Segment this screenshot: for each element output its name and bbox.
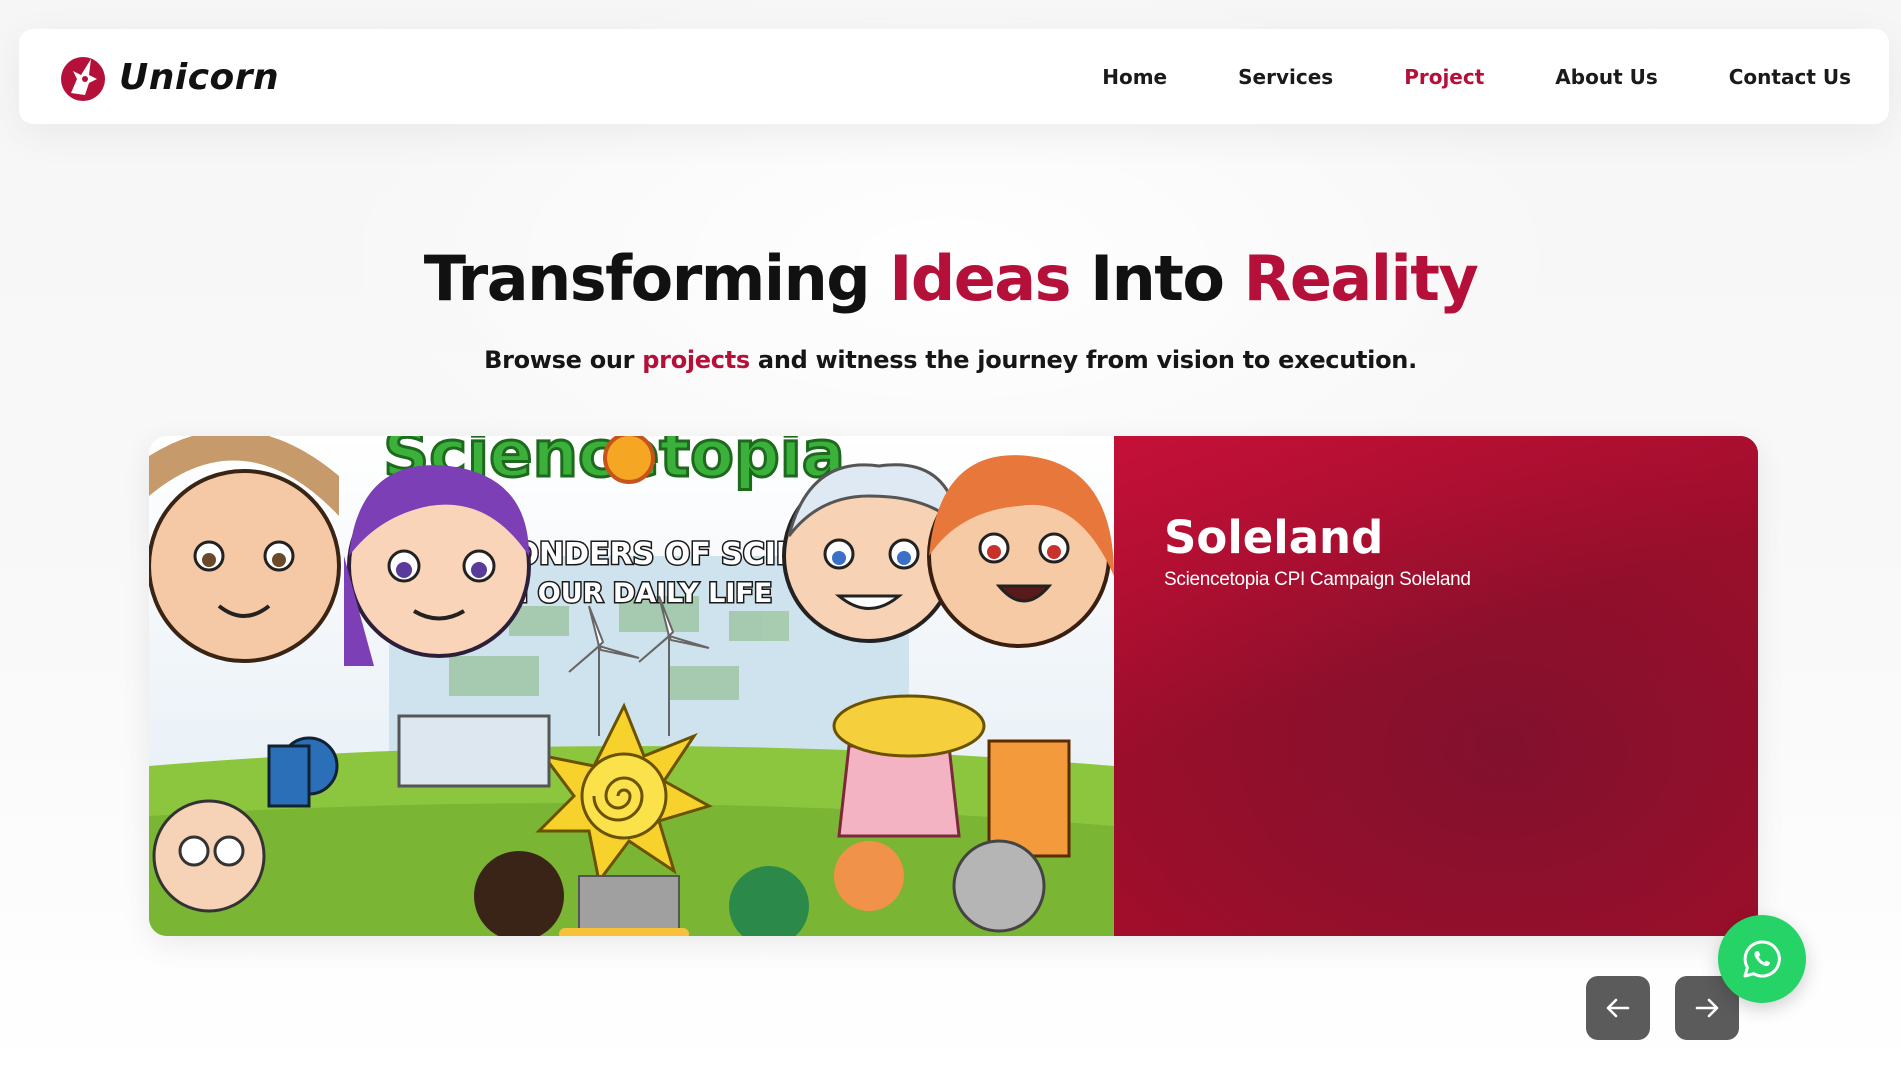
- whatsapp-button[interactable]: [1718, 915, 1806, 1003]
- navbar: Unicorn Home Services Project About Us C…: [19, 29, 1889, 124]
- project-image[interactable]: Sciencetopia THE WONDERS OF SCIENCE IN O…: [149, 436, 1114, 936]
- carousel-prev-button[interactable]: [1586, 976, 1650, 1040]
- nav-project[interactable]: Project: [1404, 65, 1484, 89]
- subtitle-part2: and witness the journey from vision to e…: [749, 346, 1417, 374]
- subtitle-projects-link[interactable]: projects: [642, 346, 750, 374]
- title-accent-reality: Reality: [1243, 241, 1479, 315]
- brand[interactable]: Unicorn: [55, 49, 279, 105]
- unicorn-logo-icon: [61, 57, 105, 101]
- page-title: Transforming Ideas Into Reality: [0, 242, 1901, 315]
- project-description: Sciencetopia CPI Campaign Soleland: [1164, 569, 1471, 590]
- nav-about-us[interactable]: About Us: [1555, 65, 1657, 89]
- nav-services[interactable]: Services: [1238, 65, 1333, 89]
- title-part2: Into: [1070, 241, 1244, 315]
- project-title: Soleland: [1164, 511, 1384, 565]
- whatsapp-icon: [1743, 940, 1781, 978]
- page-subtitle: Browse our projects and witness the jour…: [0, 346, 1901, 374]
- project-card: Sciencetopia THE WONDERS OF SCIENCE IN O…: [149, 436, 1758, 936]
- subtitle-part1: Browse our: [484, 346, 643, 374]
- project-info-panel: Soleland Sciencetopia CPI Campaign Solel…: [1114, 436, 1758, 936]
- arrow-left-icon: [1606, 998, 1630, 1018]
- arrow-right-icon: [1695, 998, 1719, 1018]
- main-nav: Home Services Project About Us Contact U…: [1031, 29, 1851, 124]
- image-banner-line2: IN OUR DAILY LIFE: [496, 578, 773, 609]
- title-accent-ideas: Ideas: [889, 241, 1071, 315]
- title-part1: Transforming: [423, 241, 890, 315]
- nav-home[interactable]: Home: [1102, 65, 1167, 89]
- brand-name: Unicorn: [119, 56, 280, 98]
- nav-contact-us[interactable]: Contact Us: [1729, 65, 1851, 89]
- sciencetopia-illustration: Sciencetopia THE WONDERS OF SCIENCE IN O…: [149, 436, 1114, 936]
